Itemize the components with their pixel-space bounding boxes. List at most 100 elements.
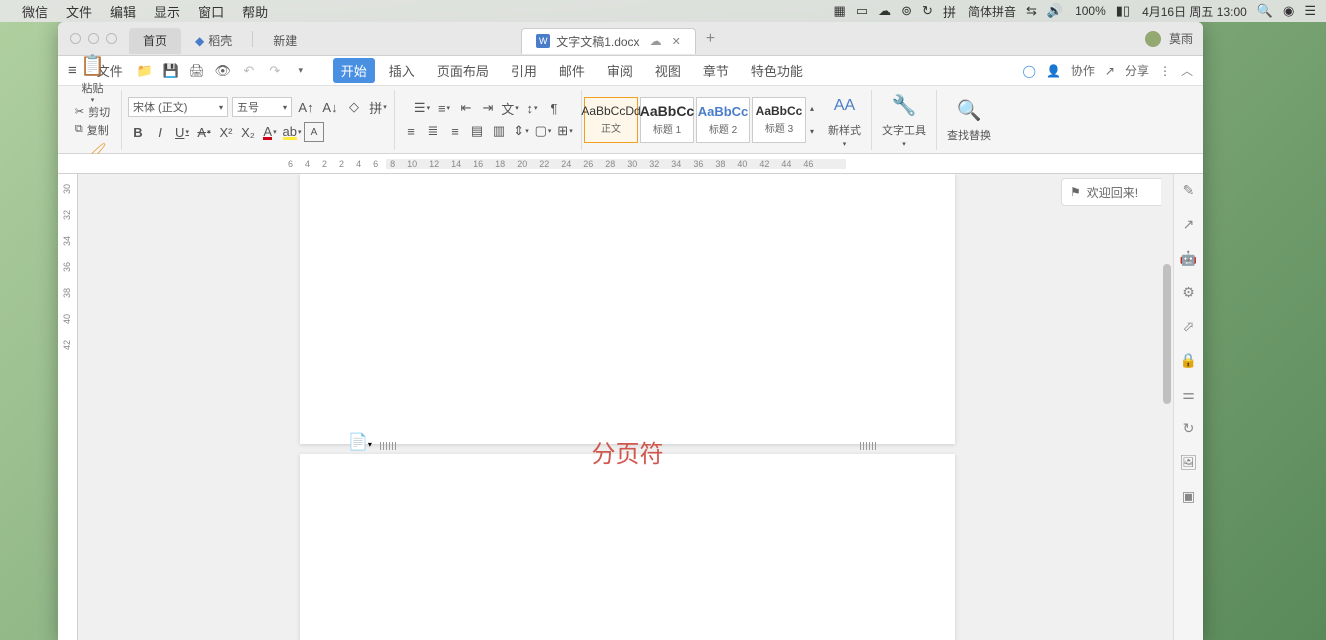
image-icon[interactable]: 🖼 <box>1179 452 1199 472</box>
pencil-icon[interactable]: ✎ <box>1179 180 1199 200</box>
cut-button[interactable]: ✂剪切 <box>75 104 110 120</box>
clear-format-icon[interactable]: ◇ <box>344 97 364 117</box>
app-menu[interactable]: 微信 <box>22 2 48 21</box>
menu-help[interactable]: 帮助 <box>242 2 268 21</box>
username[interactable]: 莫雨 <box>1169 30 1193 47</box>
menu-window[interactable]: 窗口 <box>198 2 224 21</box>
tab-start[interactable]: 开始 <box>333 58 375 83</box>
notification-icon[interactable]: ◯ <box>1023 64 1036 78</box>
increase-font-icon[interactable]: A↑ <box>296 97 316 117</box>
char-border-button[interactable]: A <box>304 122 324 142</box>
horizontal-ruler[interactable]: 6422468101214161820222426283032343638404… <box>58 154 1203 174</box>
ime-icon[interactable]: 拼 <box>943 2 956 21</box>
style-scroll-down-icon[interactable]: ▾ <box>810 127 814 136</box>
gear-icon[interactable]: ⚙ <box>1179 282 1199 302</box>
share-icon[interactable]: ↗ <box>1105 64 1115 78</box>
robot-icon[interactable]: 🤖 <box>1179 248 1199 268</box>
battery-percent[interactable]: 100% <box>1075 4 1106 18</box>
tab-mail[interactable]: 邮件 <box>551 58 593 83</box>
menu-edit[interactable]: 编辑 <box>110 2 136 21</box>
tab-references[interactable]: 引用 <box>503 58 545 83</box>
phonetic-icon[interactable]: 拼▾ <box>368 97 388 117</box>
menu-file[interactable]: 文件 <box>66 2 92 21</box>
sync-icon[interactable]: ⇆ <box>1026 3 1037 19</box>
minimize-window-button[interactable] <box>88 33 99 44</box>
print-icon[interactable]: 🖨 <box>189 63 205 79</box>
font-size-select[interactable]: 五号▾ <box>232 97 292 117</box>
decrease-indent-button[interactable]: ⇤ <box>456 98 476 118</box>
tab-docshell[interactable]: ◆ 稻壳 <box>181 28 246 54</box>
new-style-button[interactable]: AA 新样式▾ <box>824 90 865 150</box>
show-marks-button[interactable]: ¶ <box>544 98 564 118</box>
underline-button[interactable]: U▾ <box>172 122 192 142</box>
vertical-ruler[interactable]: 30323436384042 <box>58 174 78 640</box>
share-label[interactable]: 分享 <box>1125 62 1149 79</box>
tab-view[interactable]: 视图 <box>647 58 689 83</box>
sort-button[interactable]: ↕▾ <box>522 98 542 118</box>
strikethrough-button[interactable]: A▾ <box>194 122 214 142</box>
maximize-window-button[interactable] <box>106 33 117 44</box>
collab-label[interactable]: 协作 <box>1071 62 1095 79</box>
timemachine-icon[interactable]: ↻ <box>922 3 933 19</box>
align-justify-button[interactable]: ▤ <box>467 121 487 141</box>
italic-button[interactable]: I <box>150 122 170 142</box>
page-1[interactable] <box>300 174 955 444</box>
redo-icon[interactable]: ↷ <box>267 63 283 79</box>
collab-icon[interactable]: 👤 <box>1046 64 1061 78</box>
align-left-button[interactable]: ≡ <box>401 121 421 141</box>
page-container[interactable]: 📄▾ 分页符 ⚑ 欢迎回来! <box>78 174 1203 640</box>
cloud-icon[interactable]: ☁ <box>650 34 662 48</box>
tab-insert[interactable]: 插入 <box>381 58 423 83</box>
style-heading3[interactable]: AaBbCc 标题 3 <box>752 97 806 143</box>
align-distribute-button[interactable]: ▥ <box>489 121 509 141</box>
text-direction-button[interactable]: 文▾ <box>500 98 520 118</box>
highlight-button[interactable]: ab▾ <box>282 122 302 142</box>
subscript-button[interactable]: X₂ <box>238 122 258 142</box>
qr-icon[interactable]: ▦ <box>834 3 846 19</box>
paste-label[interactable]: 粘贴 <box>82 80 104 96</box>
open-icon[interactable]: 📁 <box>137 63 153 79</box>
font-color-button[interactable]: A▾ <box>260 122 280 142</box>
lock-icon[interactable]: 🔒 <box>1179 350 1199 370</box>
user-avatar[interactable] <box>1145 31 1161 47</box>
paste-icon[interactable]: 📋 <box>79 52 107 80</box>
add-tab-button[interactable]: + <box>696 30 725 48</box>
increase-indent-button[interactable]: ⇥ <box>478 98 498 118</box>
copy-button[interactable]: ⧉复制 <box>75 122 110 138</box>
spotlight-icon[interactable]: 🔍 <box>1257 3 1273 19</box>
tab-home[interactable]: 首页 <box>129 28 181 54</box>
borders-button[interactable]: ⊞▾ <box>555 121 575 141</box>
text-tools-button[interactable]: 🔧 文字工具▾ <box>878 90 930 150</box>
more-icon[interactable]: ⋮ <box>1159 64 1171 78</box>
close-tab-icon[interactable]: ✕ <box>672 35 681 48</box>
control-center-icon[interactable]: ☰ <box>1304 3 1316 19</box>
ime-label[interactable]: 简体拼音 <box>968 3 1016 20</box>
share-side-icon[interactable]: ↗ <box>1179 214 1199 234</box>
bold-button[interactable]: B <box>128 122 148 142</box>
tab-chapter[interactable]: 章节 <box>695 58 737 83</box>
tab-new[interactable]: 新建 <box>259 28 311 54</box>
tab-features[interactable]: 特色功能 <box>743 58 811 83</box>
style-scroll-up-icon[interactable]: ▴ <box>810 104 814 113</box>
menu-view[interactable]: 显示 <box>154 2 180 21</box>
bullet-list-button[interactable]: ☰▾ <box>412 98 432 118</box>
wechat-icon[interactable]: ☁ <box>878 3 891 19</box>
sliders-icon[interactable]: ⚌ <box>1179 384 1199 404</box>
wifi-icon[interactable]: ⊚ <box>901 3 912 19</box>
superscript-button[interactable]: X² <box>216 122 236 142</box>
line-spacing-button[interactable]: ⇕▾ <box>511 121 531 141</box>
style-heading1[interactable]: AaBbCc 标题 1 <box>640 97 694 143</box>
save-icon[interactable]: 💾 <box>163 63 179 79</box>
close-window-button[interactable] <box>70 33 81 44</box>
tab-review[interactable]: 审阅 <box>599 58 641 83</box>
datetime[interactable]: 4月16日 周五 13:00 <box>1142 3 1247 20</box>
page-2[interactable] <box>300 454 955 640</box>
number-list-button[interactable]: ≡▾ <box>434 98 454 118</box>
vertical-scrollbar[interactable] <box>1161 174 1173 640</box>
shading-button[interactable]: ▢▾ <box>533 121 553 141</box>
decrease-font-icon[interactable]: A↓ <box>320 97 340 117</box>
undo-icon[interactable]: ↶ <box>241 63 257 79</box>
align-right-button[interactable]: ≡ <box>445 121 465 141</box>
find-replace-button[interactable]: 🔍 查找替换 <box>943 95 995 145</box>
layers-icon[interactable]: ▣ <box>1179 486 1199 506</box>
